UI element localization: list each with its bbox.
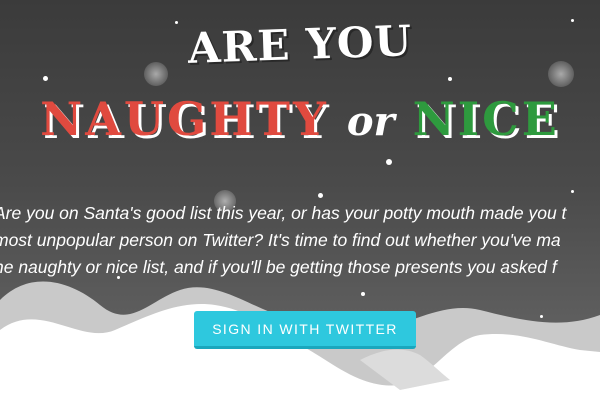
page-background: ARE YOU NAUGHTY or NICE Are you on Santa's… <box>0 0 600 407</box>
sign-in-with-twitter-button[interactable]: SIGN IN WITH TWITTER <box>194 311 416 349</box>
